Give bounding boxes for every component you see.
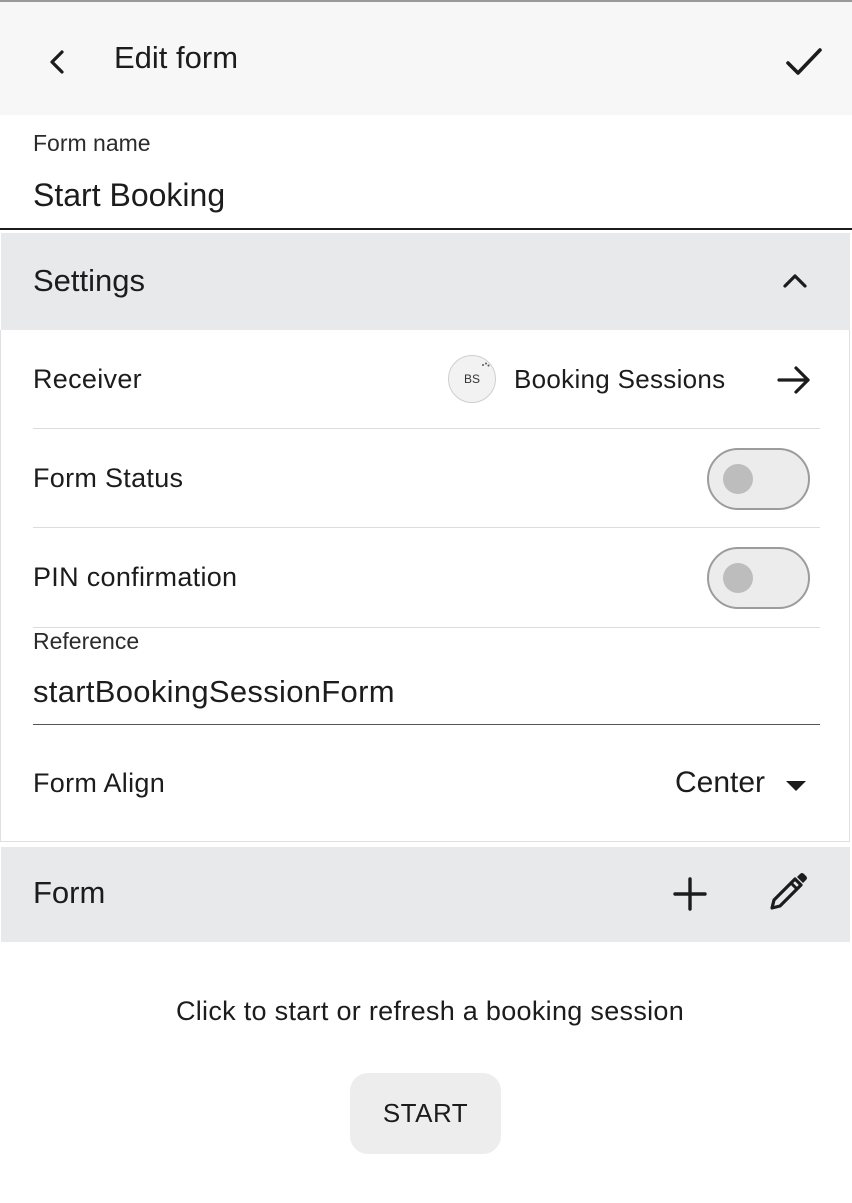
- form-name-label: Form name: [33, 130, 151, 156]
- form-status-label: Form Status: [33, 463, 184, 493]
- divider: [33, 527, 820, 528]
- pencil-icon[interactable]: [764, 870, 810, 916]
- divider: [33, 627, 820, 628]
- form-align-label: Form Align: [33, 768, 166, 798]
- chevron-up-icon[interactable]: [780, 266, 810, 296]
- receiver-label: Receiver: [33, 364, 142, 394]
- form-name-underline: [0, 228, 852, 230]
- check-icon[interactable]: [780, 38, 828, 86]
- avatar: BS: [448, 355, 496, 403]
- start-button[interactable]: START: [350, 1073, 501, 1154]
- toggle-knob: [723, 563, 753, 593]
- plus-icon[interactable]: [668, 872, 712, 916]
- dropdown-arrow-icon[interactable]: [784, 778, 808, 794]
- pin-confirmation-toggle[interactable]: [707, 547, 810, 609]
- toggle-knob: [723, 464, 753, 494]
- page-title: Edit form: [114, 40, 239, 75]
- receiver-value[interactable]: Booking Sessions: [514, 364, 725, 395]
- form-status-toggle[interactable]: [707, 448, 810, 510]
- reference-underline: [33, 724, 820, 725]
- form-info-text: Click to start or refresh a booking sess…: [175, 996, 685, 1026]
- app-bar: Edit form: [0, 2, 852, 115]
- back-arrow-icon[interactable]: [38, 42, 78, 82]
- settings-section-title: Settings: [33, 263, 146, 298]
- arrow-right-icon[interactable]: [774, 360, 814, 400]
- divider: [33, 428, 820, 429]
- form-align-select[interactable]: Center: [675, 766, 765, 800]
- avatar-initials: BS: [463, 372, 480, 386]
- reference-label: Reference: [33, 628, 140, 654]
- settings-section-header[interactable]: Settings: [1, 233, 850, 330]
- form-section-title: Form: [33, 875, 106, 910]
- form-name-input[interactable]: Start Booking: [33, 177, 225, 214]
- pin-confirmation-label: PIN confirmation: [33, 562, 238, 592]
- reference-input[interactable]: startBookingSessionForm: [33, 674, 395, 710]
- form-section-header: Form: [1, 847, 850, 942]
- sync-icon: [482, 362, 490, 367]
